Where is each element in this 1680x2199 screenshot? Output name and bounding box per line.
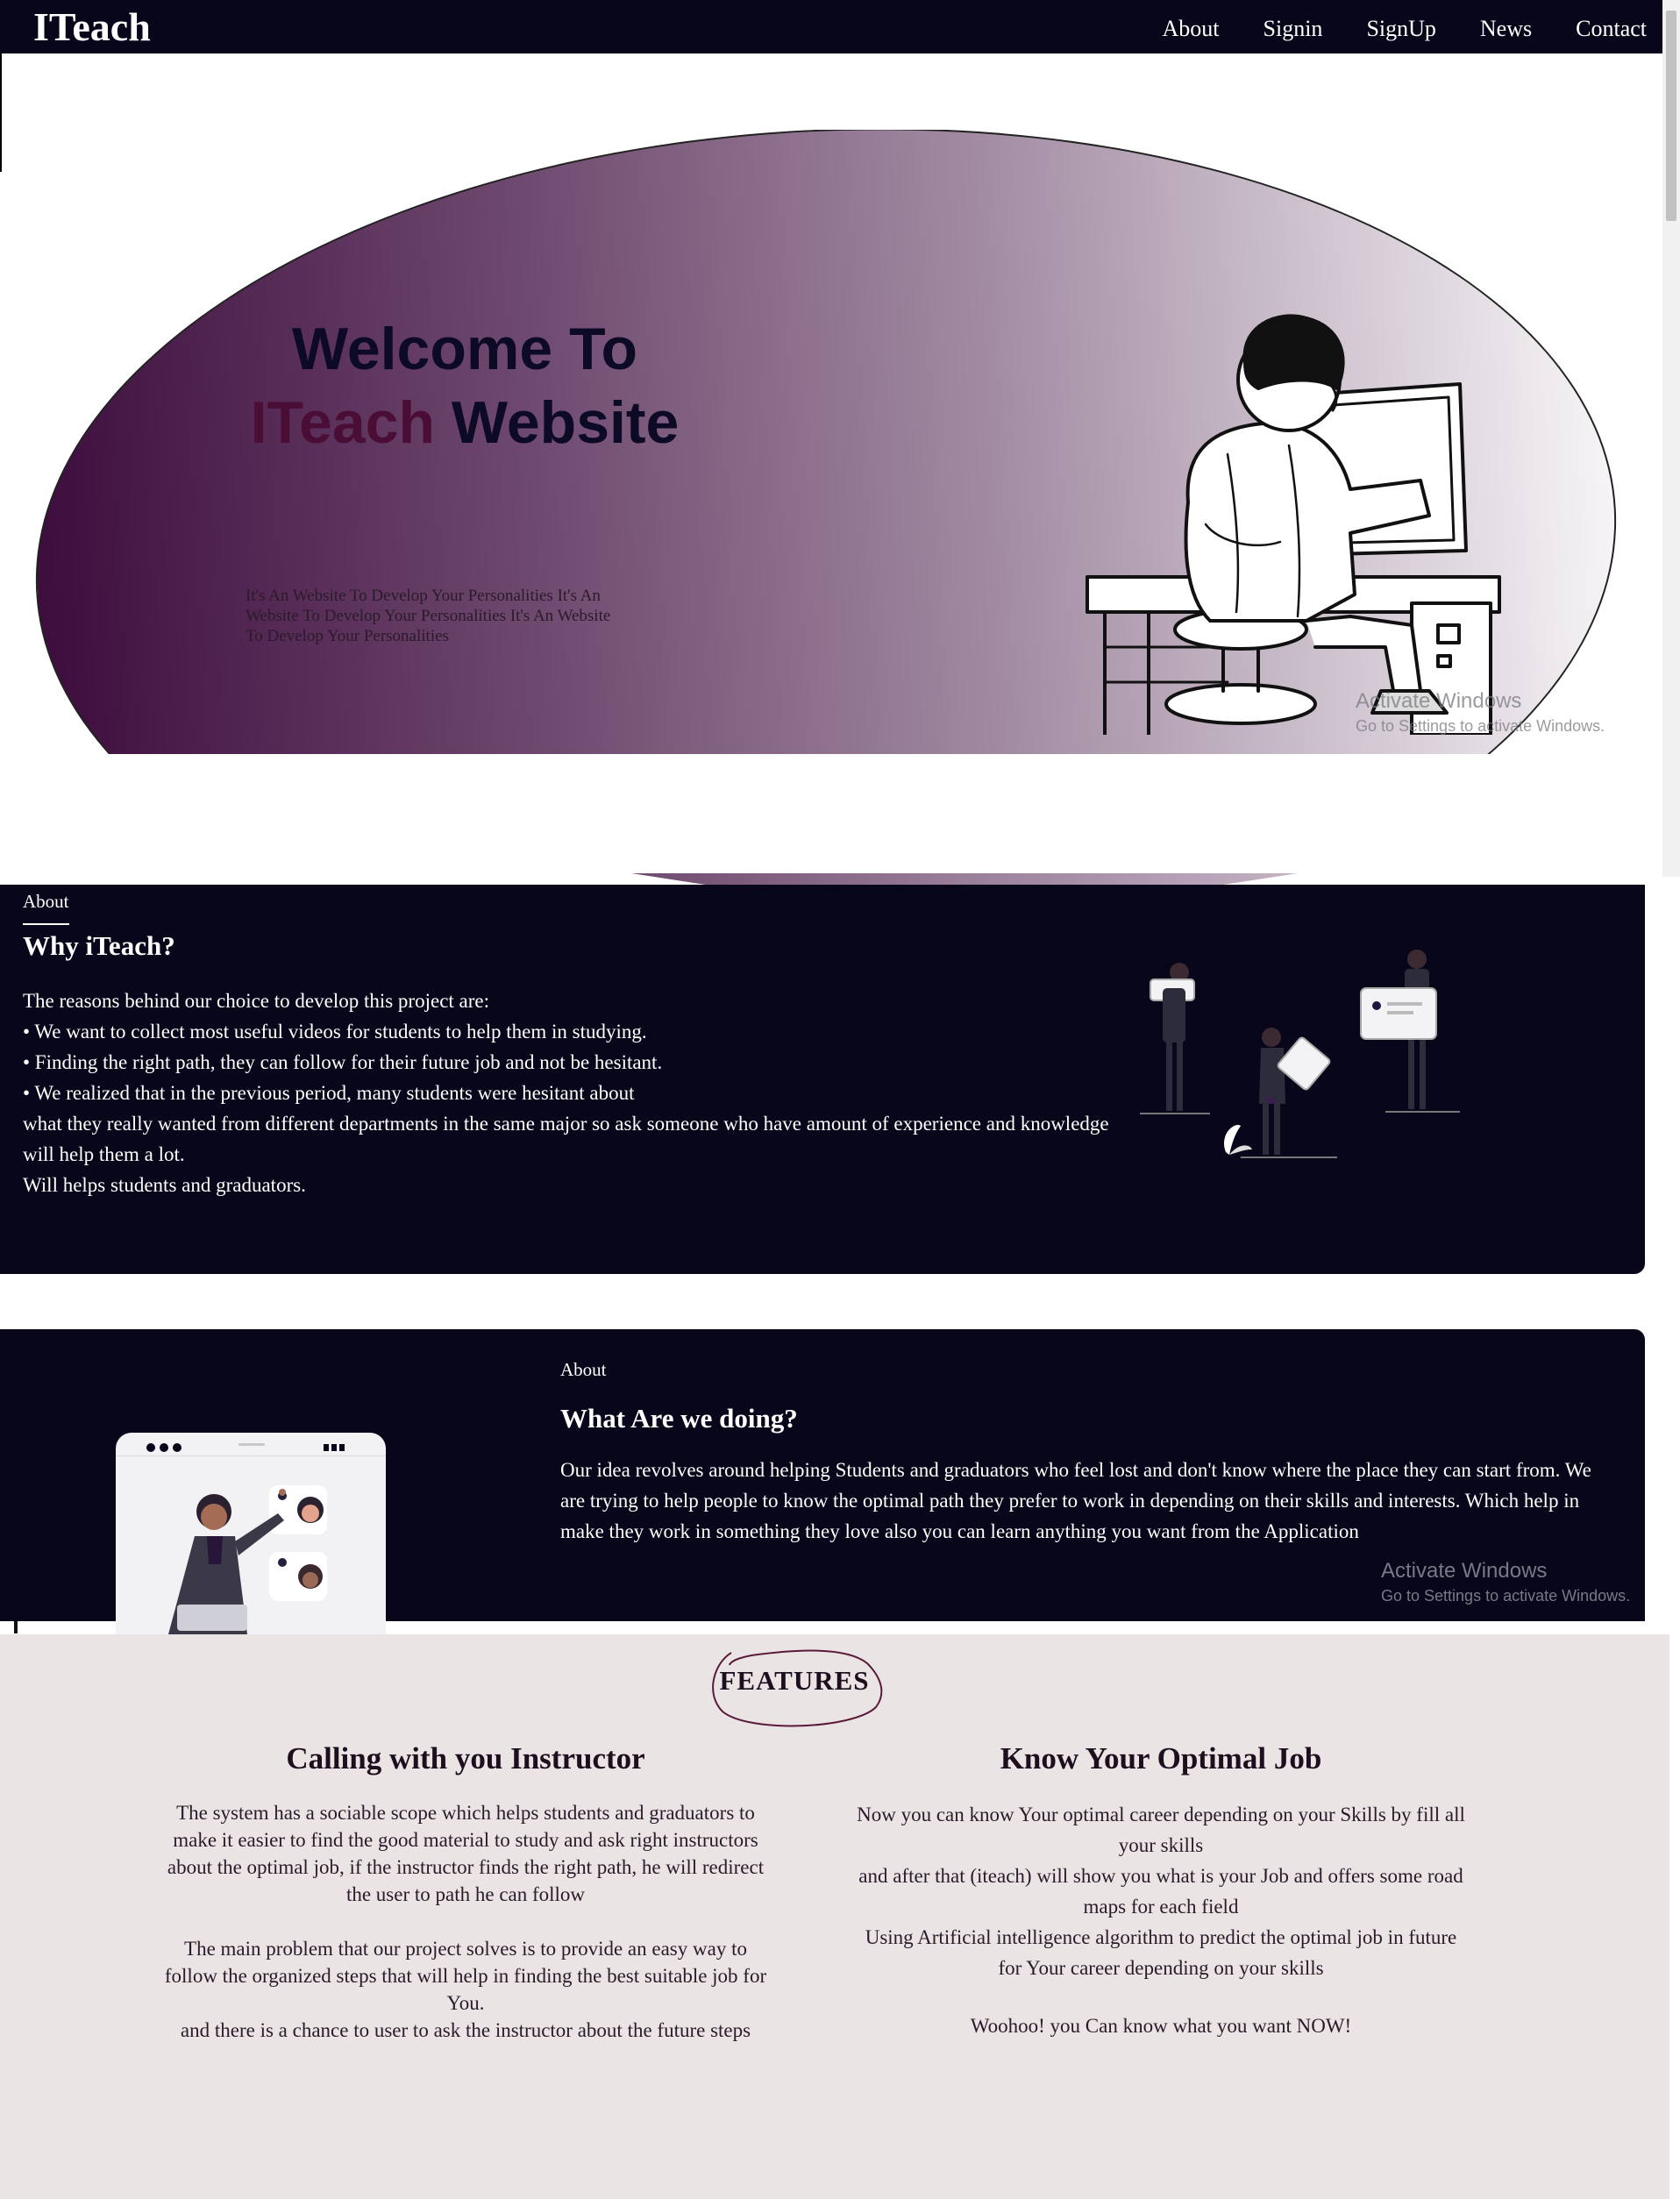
video-call-illustration: [116, 1443, 386, 1634]
nav-links: About Signin SignUp News Contact: [1163, 16, 1647, 42]
feature-paragraph: Woohoo! you Can know what you want NOW!: [970, 2015, 1352, 2037]
hero-section: Welcome To ITeach Website It's An Websit…: [35, 130, 1617, 754]
edge-tick: [14, 1621, 18, 1633]
why-iteach-body: The reasons behind our choice to develop…: [23, 986, 1110, 1200]
feature-paragraph: and after that (iteach) will show you wh…: [858, 1865, 1463, 1918]
reason-line: Will helps students and graduators.: [23, 1174, 306, 1196]
reason-line: The reasons behind our choice to develop…: [23, 990, 490, 1012]
left-edge-marker: [0, 53, 2, 172]
nav-about-link[interactable]: About: [1163, 16, 1220, 42]
scrollbar[interactable]: [1662, 0, 1680, 877]
feature-paragraph: Using Artificial intelligence algorithm …: [865, 1926, 1457, 1979]
reason-line: • Finding the right path, they can follo…: [23, 1051, 663, 1073]
hero-title-line1: Welcome To: [291, 316, 638, 382]
reason-line: • We realized that in the previous perio…: [23, 1082, 635, 1104]
feature-instructor: Calling with you Instructor The system h…: [163, 1741, 768, 2044]
scrollbar-thumb[interactable]: [1666, 11, 1676, 221]
people-with-cards-illustration: [1140, 950, 1460, 1158]
section-heading: What Are we doing?: [560, 1403, 798, 1434]
feature-paragraph: Now you can know Your optimal career dep…: [857, 1804, 1465, 1856]
feature-heading: Know Your Optimal Job: [1000, 1741, 1322, 1776]
feature-paragraph: The main problem that our project solves…: [164, 1938, 767, 2014]
nav-contact-link[interactable]: Contact: [1576, 16, 1647, 42]
activate-windows-watermark-top: Activate Windows Go to Settings to activ…: [1356, 689, 1605, 736]
features-section: FEATURES Calling with you Instructor The…: [0, 1634, 1669, 2199]
hero-title-accent: ITeach: [250, 389, 435, 456]
gradient-blob-tail: [631, 873, 1298, 886]
what-are-we-doing-section: About What Are we doing? Our idea revolv…: [0, 1329, 1645, 1634]
section-heading: Why iTeach?: [23, 930, 175, 961]
feature-heading: Calling with you Instructor: [286, 1741, 645, 1776]
activate-windows-title: Activate Windows: [1356, 689, 1522, 713]
nav-signin-link[interactable]: Signin: [1264, 16, 1323, 42]
reason-line: • We want to collect most useful videos …: [23, 1021, 647, 1043]
what-we-do-body: Our idea revolves around helping Student…: [560, 1459, 1591, 1542]
hero-title-rest: Website: [435, 389, 680, 456]
feature-optimal-job: Know Your Optimal Job Now you can know Y…: [854, 1741, 1468, 2041]
phone-illustration: [116, 1433, 386, 1634]
activate-windows-watermark-bottom: Activate Windows Go to Settings to activ…: [1381, 1559, 1630, 1605]
section-eyebrow: About: [560, 1359, 607, 1380]
activate-windows-subtitle: Go to Settings to activate Windows.: [1356, 717, 1605, 735]
feature-paragraph: and there is a chance to user to ask the…: [180, 2019, 751, 2041]
navbar: ITeach About Signin SignUp News Contact: [0, 0, 1680, 53]
reason-line: what they really wanted from different d…: [23, 1113, 1109, 1165]
section-eyebrow: About: [23, 891, 69, 925]
nav-news-link[interactable]: News: [1480, 16, 1532, 42]
activate-windows-subtitle: Go to Settings to activate Windows.: [1381, 1587, 1631, 1605]
hero-title: Welcome To ITeach Website: [202, 312, 728, 459]
why-iteach-section: About Why iTeach? The reasons behind our…: [0, 885, 1645, 1274]
brand-logo[interactable]: ITeach: [33, 4, 151, 50]
feature-paragraph: The system has a sociable scope which he…: [167, 1802, 765, 1905]
hero-subtitle: It's An Website To Develop Your Personal…: [246, 587, 611, 645]
features-title: FEATURES: [705, 1646, 884, 1730]
person-at-computer-illustration: [1086, 314, 1501, 735]
activate-windows-title: Activate Windows: [1381, 1559, 1548, 1583]
nav-signup-link[interactable]: SignUp: [1366, 16, 1435, 42]
features-title-label: FEATURES: [719, 1665, 870, 1696]
